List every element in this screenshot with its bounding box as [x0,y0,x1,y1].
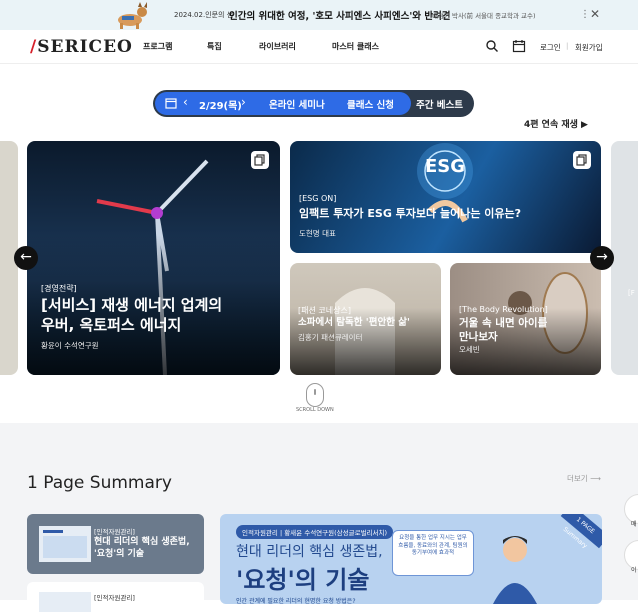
card-title[interactable]: 소파에서 탐독한 '편안한 삶' [298,317,410,329]
floating-button-label: 이 [631,567,637,574]
login-link[interactable]: 로그인 [540,42,561,53]
esg-overlay-text: ESG [425,156,466,177]
feature-tag: 인적자원관리 | 황새윤 수석연구원(삼성글로벌리서치) [236,525,394,539]
card-category: [ESG ON] [299,194,337,203]
nav-special[interactable]: 특집 [207,41,222,52]
search-icon[interactable] [485,39,499,53]
card-category: [The Body Revolution] [459,305,548,314]
feature-title-rest: 의 기술 [294,566,370,594]
header-separator: | [566,42,569,50]
partial-card-text: [F [628,289,635,297]
signup-link[interactable]: 회원가입 [575,42,603,53]
feature-caption: 인간 관계에 필요한 리더의 현명한 요청 방법은? [236,598,356,604]
filter-bar: ‹ 2/29(목) › 온라인 세미나 클래스 신청 주간 베스트 [153,90,474,117]
summary-feature-card[interactable]: 인적자원관리 | 황새윤 수석연구원(삼성글로벌리서치) 현대 리더의 핵심 생… [220,514,602,604]
copy-icon[interactable] [251,151,269,169]
series-play-button[interactable]: 4편 연속 재생 ▶ [524,117,588,130]
card-category: [경영전략] [41,284,77,293]
feature-ribbon: 1 PAGE Summary [560,514,602,550]
feature-speech-bubble: 요청을 통한 업무 지시는 업무 흐름을, 동료와의 관계, 팀원의 동기부여에… [392,530,474,576]
esg-card[interactable]: ESG [ESG ON] 임팩트 투자가 ESG 투자보다 늘어나는 이유는? … [290,141,601,253]
fashion-card[interactable]: [패션 코네상스] 소파에서 탐독한 '편안한 삶' 김홍기 패션큐레이터 [290,263,441,375]
more-link[interactable]: 더보기 ⟶ [567,473,601,484]
next-date-button[interactable]: › [241,95,246,109]
card-title[interactable]: 거울 속 내면 아이를 만나보자 [459,317,547,344]
body-revolution-card[interactable]: [The Body Revolution] 거울 속 내면 아이를 만나보자 오… [450,263,601,375]
summary-thumbnail [39,592,91,612]
card-category: [패션 코네상스] [298,306,351,315]
card-author: 오세빈 [459,345,480,354]
feature-card[interactable]: [경영전략] [서비스] 재생 에너지 업계의 우버, 옥토퍼스 에너지 황윤이… [27,141,280,375]
scroll-mouse-icon[interactable] [306,383,324,407]
banner-headline[interactable]: 인간의 위대한 여정, '호모 사피엔스 사피엔스'와 반려견 [229,8,451,22]
card-author: 김홍기 패션큐레이터 [298,333,363,342]
summary-list-item[interactable]: [인적자원관리] 현대 리더의 핵심 생존법, '요청'의 기술 [27,514,204,574]
summary-category: [인적자원관리] [94,594,135,602]
tab-online-seminar[interactable]: 온라인 세미나 [269,97,325,111]
copy-icon[interactable] [573,151,591,169]
scroll-down-label: SCROLL DOWN [296,407,334,413]
site-header: /SERICEO 프로그램 특집 라이브러리 마스터 클래스 로그인 | 회원가… [0,30,638,64]
partial-card-right[interactable]: [F [611,141,638,375]
banner-more-icon[interactable]: ⋮ [580,9,590,20]
card-title[interactable]: 임팩트 투자가 ESG 투자보다 늘어나는 이유는? [299,207,521,221]
calendar-icon[interactable] [512,39,526,53]
tab-class-apply[interactable]: 클래스 신청 [347,97,394,111]
logo-text: SERICEO [37,37,133,57]
calendar-icon [165,98,177,109]
nav-program[interactable]: 프로그램 [143,41,172,52]
card-author: 황윤이 수석연구원 [41,341,99,350]
feature-title-line2: '요청'의 기술 [236,560,369,595]
carousel-prev-button[interactable]: ← [14,246,38,270]
summary-category: [인적자원관리] [94,528,135,536]
feature-title-keyword: '요청' [236,566,295,594]
banner-author: 배정현 박사(前 서울대 종교학과 교수) [432,12,536,20]
card-title[interactable]: [서비스] 재생 에너지 업계의 우버, 옥토퍼스 에너지 [41,296,222,335]
floating-button-label: 매 [631,521,637,528]
presenter-illustration [493,536,537,604]
prev-date-button[interactable]: ‹ [183,95,188,109]
summary-title: 1 Page Summary [27,473,172,493]
close-icon[interactable]: ✕ [590,7,600,21]
summary-list-item[interactable]: [인적자원관리] [27,582,204,612]
carousel-next-button[interactable]: → [590,246,614,270]
banner-date: 2024.02.인문의 샘 [174,11,234,19]
tab-weekly-best[interactable]: 주간 베스트 [416,97,463,111]
summary-thumbnail [39,526,91,562]
logo[interactable]: /SERICEO [30,37,133,57]
summary-item-title[interactable]: 현대 리더의 핵심 생존법, '요청'의 기술 [94,536,199,560]
current-date: 2/29(목) [199,101,242,112]
dog-illustration [118,2,147,29]
top-banner[interactable]: 2024.02.인문의 샘 인간의 위대한 여정, '호모 사피엔스 사피엔스'… [0,0,638,30]
nav-master-class[interactable]: 마스터 클래스 [332,41,379,52]
feature-title-line1: 현대 리더의 핵심 생존법, [236,544,383,560]
nav-library[interactable]: 라이브러리 [259,41,296,52]
feature-bubble-text: 요청을 통한 업무 지시는 업무 흐름을, 동료와의 관계, 팀원의 동기부여에… [398,535,468,557]
card-author: 도현명 대표 [299,229,336,238]
